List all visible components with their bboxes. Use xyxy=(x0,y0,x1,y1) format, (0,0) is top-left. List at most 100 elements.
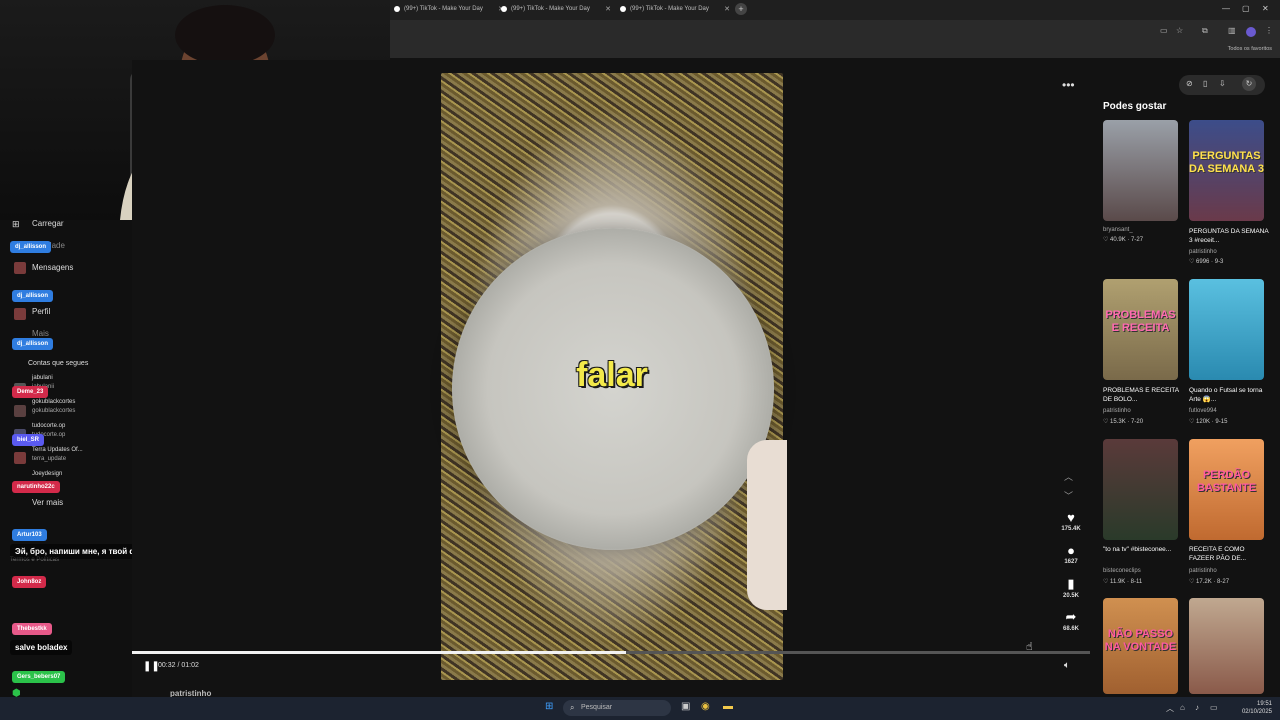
taskbar-search[interactable]: Pesquisar xyxy=(563,700,671,716)
all-bookmarks-link[interactable]: Todos os favoritos xyxy=(1228,46,1272,52)
chat-username: Thebestkk xyxy=(12,623,52,635)
video-thumbnail[interactable]: NÃO PASSO NA VONTADE xyxy=(1103,598,1178,694)
chat-username: dj_allisson xyxy=(12,290,54,302)
video-thumbnail[interactable]: PERGUNTAS DA SEMANA 3 xyxy=(1189,120,1264,221)
sidebar-item-profile[interactable]: Perfil xyxy=(32,307,50,316)
address-bar[interactable] xyxy=(390,20,1280,42)
following-name[interactable]: gokublackcortes xyxy=(32,399,75,405)
close-tab-icon[interactable]: ✕ xyxy=(605,5,611,13)
card-author[interactable]: patristinho xyxy=(1103,408,1183,414)
like-count: 175.4K xyxy=(1061,526,1081,532)
tiktok-icon xyxy=(620,6,626,12)
heart-icon: ♥ xyxy=(1067,510,1075,525)
share-button[interactable]: ➦ 68.6K xyxy=(1056,609,1086,632)
card-title[interactable]: Quando o Futsal se torna Arte 😱... xyxy=(1189,386,1269,404)
card-author[interactable]: patristinho xyxy=(1189,249,1269,255)
tray-chevron-icon[interactable]: ︿ xyxy=(1166,703,1174,714)
volume-icon[interactable]: 🔈︎ xyxy=(1064,660,1070,671)
card-stats: ♡ 11.9K · 8-11 xyxy=(1103,579,1143,585)
chrome-icon[interactable]: ◉ xyxy=(701,701,710,712)
browser-tab[interactable]: (99+) TikTok - Make Your Day ✕ xyxy=(616,2,734,18)
following-name[interactable]: Terra Updates Of... xyxy=(32,447,83,453)
new-tab-button[interactable]: + xyxy=(735,3,747,15)
task-view-icon[interactable]: ▣ xyxy=(681,701,690,712)
card-author[interactable]: futlove994 xyxy=(1189,408,1269,414)
sidebar-item-upload[interactable]: Carregar xyxy=(32,219,64,228)
card-author[interactable]: bisteconeclips xyxy=(1103,568,1183,574)
video-thumbnail[interactable]: PROBLEMAS E RECEITA xyxy=(1103,279,1178,380)
following-name[interactable]: Joeydesign xyxy=(32,471,62,477)
video-hand xyxy=(747,440,787,610)
more-options-icon[interactable]: ••• xyxy=(1062,78,1075,92)
bookmark-count: 20.5K xyxy=(1062,593,1079,599)
tab-title: (99+) TikTok - Make Your Day xyxy=(630,6,709,12)
card-title[interactable]: "to na tv" #bisteconee... xyxy=(1103,545,1183,554)
card-author[interactable]: patristinho xyxy=(1189,568,1269,574)
previous-video-icon[interactable]: ︿ xyxy=(1064,470,1073,483)
cast-icon[interactable]: ▭ xyxy=(1160,26,1168,35)
card-author[interactable]: bryansant_ xyxy=(1103,227,1183,233)
menu-icon[interactable]: ⋮ xyxy=(1265,26,1273,35)
progress-fill xyxy=(132,651,627,654)
search-placeholder: Pesquisar xyxy=(581,704,613,711)
video-thumbnail[interactable]: PERDÃO BASTANTE xyxy=(1189,439,1264,540)
device-icon[interactable]: ▯ xyxy=(1203,79,1207,88)
tiktok-icon xyxy=(501,6,507,12)
card-stats: ♡ 17.2K · 8-27 xyxy=(1189,579,1230,585)
close-window-icon[interactable]: ✕ xyxy=(1262,4,1269,13)
browser-tab[interactable]: (99+) TikTok - Make Your Day ✕ xyxy=(497,2,615,18)
maximize-icon[interactable]: ▢ xyxy=(1242,4,1250,13)
chat-username: Artur103 xyxy=(12,529,47,541)
browser-tab[interactable]: (99+) TikTok - Make Your Day ✕ xyxy=(390,2,508,18)
chat-username: John8oz xyxy=(12,576,47,588)
clock[interactable]: 19:51 02/10/2025 xyxy=(1242,700,1272,716)
card-title[interactable]: RECEITA E COMO FAZEER PÃO DE... xyxy=(1189,545,1269,563)
video-thumbnail[interactable] xyxy=(1189,598,1264,694)
avatar[interactable] xyxy=(14,405,26,417)
chat-username: narutinho22c xyxy=(12,481,60,493)
avatar[interactable] xyxy=(14,452,26,464)
comment-count: 1627 xyxy=(1064,559,1078,565)
like-button[interactable]: ♥ 175.4K xyxy=(1056,510,1086,532)
windows-start-icon[interactable]: ⊞ xyxy=(545,701,553,712)
clock-time: 19:51 xyxy=(1256,701,1272,707)
extensions-icon[interactable]: ⧉ xyxy=(1202,26,1208,36)
following-name[interactable]: jabulani xyxy=(32,375,53,381)
chat-username: dj_allisson xyxy=(12,338,54,350)
block-icon[interactable]: ⊘ xyxy=(1186,79,1193,88)
refresh-icon[interactable]: ↻ xyxy=(1242,77,1256,91)
thumbnail-text: PERGUNTAS DA SEMANA 3 xyxy=(1189,150,1264,175)
file-explorer-icon[interactable]: ▬ xyxy=(723,701,733,712)
minimize-icon[interactable]: — xyxy=(1222,4,1230,13)
card-stats: ♡ 6996 · 9-3 xyxy=(1189,259,1224,265)
video-thumbnail[interactable] xyxy=(1103,439,1178,540)
following-handle: terra_update xyxy=(32,456,67,462)
next-video-icon[interactable]: ﹀ xyxy=(1064,489,1073,502)
chat-username: dj_allisson xyxy=(10,241,52,253)
star-icon[interactable]: ☆ xyxy=(1176,26,1183,35)
close-tab-icon[interactable]: ✕ xyxy=(724,5,730,13)
following-handle: gokublackcortes xyxy=(32,408,76,414)
comment-button[interactable]: ● 1627 xyxy=(1056,543,1086,565)
profile-avatar[interactable] xyxy=(1246,27,1256,37)
upload-icon[interactable]: ⊞ xyxy=(12,219,20,230)
network-icon[interactable]: ⌂ xyxy=(1180,703,1185,712)
chat-message: salve boladex xyxy=(10,640,73,655)
video-thumbnail[interactable] xyxy=(1103,120,1178,221)
card-title[interactable]: PROBLEMAS E RECEITA DE BOLO... xyxy=(1103,386,1183,404)
following-header: Contas que segues xyxy=(28,360,89,367)
share-count: 68.6K xyxy=(1062,626,1079,632)
sidebar-item-more[interactable]: Mais xyxy=(32,329,49,338)
following-name[interactable]: tudocorte.op xyxy=(32,423,65,429)
video-thumbnail[interactable] xyxy=(1189,279,1264,380)
see-more-link[interactable]: Ver mais xyxy=(32,498,63,507)
battery-icon[interactable]: ▭ xyxy=(1210,703,1218,712)
comment-icon: ● xyxy=(1067,543,1075,558)
sidebar-item-messages[interactable]: Mensagens xyxy=(32,263,73,272)
download-icon[interactable]: ⇩ xyxy=(1219,79,1226,88)
sidepanel-icon[interactable]: ▥ xyxy=(1228,26,1236,35)
volume-tray-icon[interactable]: ♪ xyxy=(1195,703,1199,712)
bookmark-button[interactable]: ▮ 20.5K xyxy=(1056,576,1086,599)
card-title[interactable]: PERGUNTAS DA SEMANA 3 #receit... xyxy=(1189,227,1269,245)
profile-icon xyxy=(14,308,26,320)
